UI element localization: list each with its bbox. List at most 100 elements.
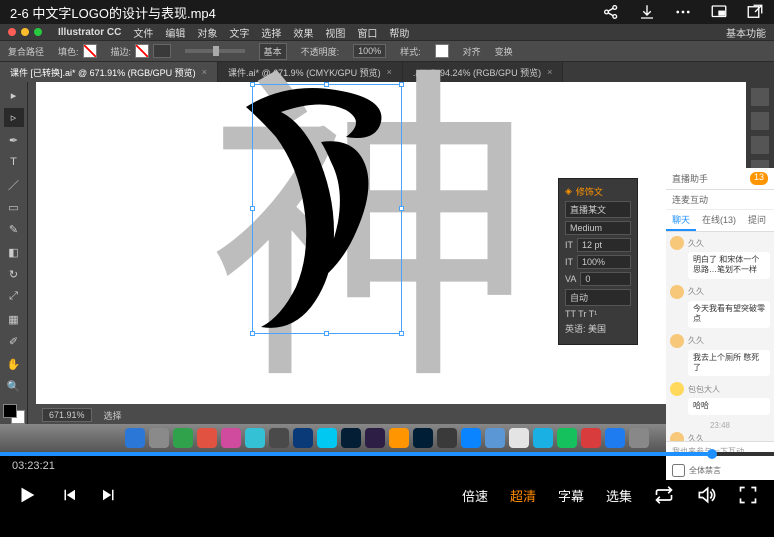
menu-effect[interactable]: 效果 bbox=[293, 25, 313, 40]
menu-type[interactable]: 文字 bbox=[229, 25, 249, 40]
share-icon[interactable] bbox=[602, 3, 620, 21]
direct-selection-tool[interactable]: ▹ bbox=[4, 108, 24, 126]
font-weight-field[interactable]: Medium bbox=[565, 221, 631, 235]
chat-input[interactable]: 我也来参与一下互动 bbox=[666, 441, 774, 461]
volume-button[interactable] bbox=[696, 485, 716, 505]
rectangle-tool[interactable]: ▭ bbox=[4, 198, 24, 216]
dock-app-13[interactable] bbox=[437, 428, 457, 448]
pen-tool[interactable]: ✒ bbox=[4, 131, 24, 149]
zoom-field[interactable]: 671.91% bbox=[42, 408, 92, 422]
chat-tab-chat[interactable]: 聊天 bbox=[666, 210, 696, 231]
kerning-field[interactable]: 自动 bbox=[565, 289, 631, 306]
mac-menubar: Illustrator CC 文件 编辑 对象 文字 选择 效果 视图 窗口 帮… bbox=[0, 24, 774, 40]
selection-tool[interactable]: ▸ bbox=[4, 86, 24, 104]
font-size-field[interactable]: 12 pt bbox=[577, 238, 631, 252]
dock-app-16[interactable] bbox=[509, 428, 529, 448]
eyedropper-tool[interactable]: ✐ bbox=[4, 332, 24, 350]
mute-all-checkbox[interactable] bbox=[672, 464, 685, 477]
dock-app-3[interactable] bbox=[197, 428, 217, 448]
tool-panel: ▸ ▹ ✒ T ／ ▭ ✎ ◧ ↻ ⤢ ▦ ✐ ✋ 🔍 bbox=[0, 82, 28, 424]
menu-file[interactable]: 文件 bbox=[133, 25, 153, 40]
selection-label: 复合路径 bbox=[8, 45, 44, 58]
pip-icon[interactable] bbox=[710, 3, 728, 21]
dock-app-6[interactable] bbox=[269, 428, 289, 448]
gradient-tool[interactable]: ▦ bbox=[4, 310, 24, 328]
dock-app-12[interactable] bbox=[413, 428, 433, 448]
hand-tool[interactable]: ✋ bbox=[4, 355, 24, 373]
dock-app-4[interactable] bbox=[221, 428, 241, 448]
dock-app-10[interactable] bbox=[365, 428, 385, 448]
dock-app-11[interactable] bbox=[389, 428, 409, 448]
speed-button[interactable]: 倍速 bbox=[462, 486, 488, 505]
dock-app-7[interactable] bbox=[293, 428, 313, 448]
dock-app-9[interactable] bbox=[341, 428, 361, 448]
swatches-panel-icon[interactable] bbox=[751, 112, 769, 130]
dock-app-20[interactable] bbox=[605, 428, 625, 448]
minimize-traffic-light[interactable] bbox=[21, 28, 29, 36]
chat-tab-online[interactable]: 在线(13) bbox=[696, 210, 742, 231]
doc-tab-1[interactable]: 课件 [已转换].ai* @ 671.91% (RGB/GPU 预览)× bbox=[0, 62, 218, 82]
close-traffic-light[interactable] bbox=[8, 28, 16, 36]
chat-timestamp: 23:48 bbox=[670, 421, 770, 430]
dock-app-18[interactable] bbox=[557, 428, 577, 448]
download-icon[interactable] bbox=[638, 3, 656, 21]
tracking-field[interactable]: 0 bbox=[580, 272, 631, 286]
language-field[interactable]: 英语: 美国 bbox=[565, 322, 606, 335]
dock-app-17[interactable] bbox=[533, 428, 553, 448]
menu-object[interactable]: 对象 bbox=[197, 25, 217, 40]
loop-button[interactable] bbox=[654, 485, 674, 505]
video-title: 2-6 中文字LOGO的设计与表现.mp4 bbox=[10, 3, 216, 22]
character-panel[interactable]: ◈ 修饰文 直播某文 Medium IT 12 pt IT 100% VA 0 … bbox=[558, 178, 638, 345]
menu-window[interactable]: 窗口 bbox=[357, 25, 377, 40]
dock-app-1[interactable] bbox=[149, 428, 169, 448]
more-icon[interactable] bbox=[674, 3, 692, 21]
app-name: Illustrator CC bbox=[58, 27, 121, 38]
zoom-tool[interactable]: 🔍 bbox=[4, 377, 24, 395]
fill-control[interactable]: 填色: bbox=[58, 44, 97, 58]
dock-app-5[interactable] bbox=[245, 428, 265, 448]
popout-icon[interactable] bbox=[746, 3, 764, 21]
chat-message: 今天我看有望突破零点 bbox=[688, 301, 770, 328]
next-button[interactable] bbox=[100, 486, 118, 504]
leading-field[interactable]: 100% bbox=[577, 255, 631, 269]
stroke-profile[interactable] bbox=[185, 49, 245, 53]
fullscreen-button[interactable] bbox=[738, 485, 758, 505]
episode-button[interactable]: 选集 bbox=[606, 486, 632, 505]
scale-tool[interactable]: ⤢ bbox=[4, 288, 24, 306]
dock-app-14[interactable] bbox=[461, 428, 481, 448]
eraser-tool[interactable]: ◧ bbox=[4, 243, 24, 261]
play-button[interactable] bbox=[16, 484, 38, 506]
quality-button[interactable]: 超清 bbox=[510, 486, 536, 505]
menu-view[interactable]: 视图 bbox=[325, 25, 345, 40]
current-time: 03:23:21 bbox=[12, 460, 55, 472]
dock-app-21[interactable] bbox=[629, 428, 649, 448]
menu-help[interactable]: 帮助 bbox=[389, 25, 409, 40]
subtitle-button[interactable]: 字幕 bbox=[558, 486, 584, 505]
dock-app-8[interactable] bbox=[317, 428, 337, 448]
menu-select[interactable]: 选择 bbox=[261, 25, 281, 40]
line-tool[interactable]: ／ bbox=[4, 176, 24, 194]
prev-button[interactable] bbox=[60, 486, 78, 504]
progress-bar[interactable] bbox=[0, 452, 774, 456]
selection-bounding-box[interactable] bbox=[252, 84, 402, 334]
font-family-field[interactable]: 直播某文 bbox=[565, 201, 631, 218]
stroke-control[interactable]: 描边: bbox=[111, 44, 171, 58]
current-tool-label: 选择 bbox=[104, 409, 122, 422]
chat-badge: 13 bbox=[750, 172, 768, 185]
dock-app-0[interactable] bbox=[125, 428, 145, 448]
zoom-traffic-light[interactable] bbox=[34, 28, 42, 36]
chat-message: 哈哈 bbox=[688, 398, 770, 414]
menu-edit[interactable]: 编辑 bbox=[165, 25, 185, 40]
stroke-panel-icon[interactable] bbox=[751, 136, 769, 154]
rotate-tool[interactable]: ↻ bbox=[4, 265, 24, 283]
canvas-area[interactable]: 神 671.91% 选择 bbox=[28, 82, 746, 424]
type-tool[interactable]: T bbox=[4, 153, 24, 171]
fill-stroke-swatch[interactable] bbox=[3, 404, 25, 424]
brush-tool[interactable]: ✎ bbox=[4, 220, 24, 238]
dock-app-19[interactable] bbox=[581, 428, 601, 448]
chat-tab-qa[interactable]: 提问 bbox=[742, 210, 772, 231]
dock-app-2[interactable] bbox=[173, 428, 193, 448]
workspace-switcher[interactable]: 基本功能 bbox=[726, 25, 766, 40]
dock-app-15[interactable] bbox=[485, 428, 505, 448]
color-panel-icon[interactable] bbox=[751, 88, 769, 106]
